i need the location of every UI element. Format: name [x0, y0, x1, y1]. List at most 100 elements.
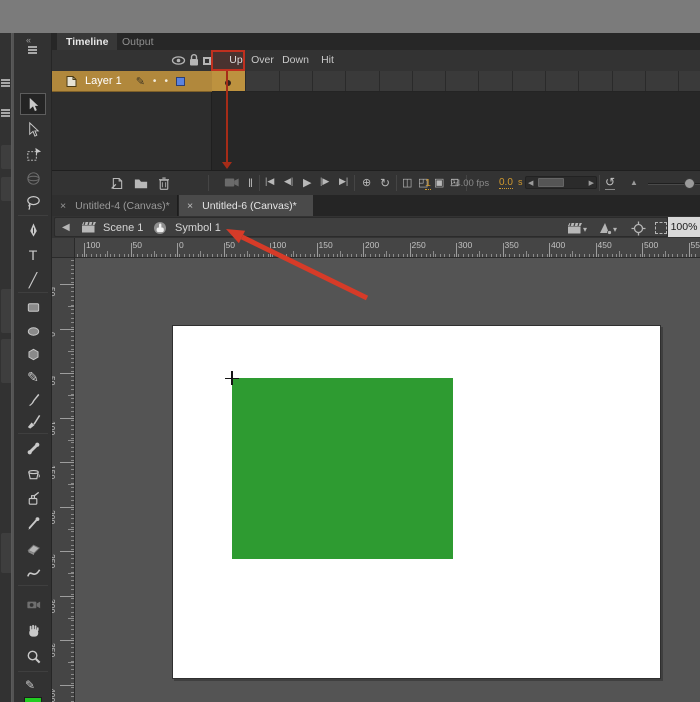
line-tool[interactable]: ╱ [20, 269, 46, 291]
frame-cell[interactable] [445, 71, 446, 91]
frame-cell[interactable] [312, 71, 313, 91]
bone-tool[interactable] [20, 437, 46, 459]
edit-symbol-button[interactable] [597, 221, 613, 236]
timeline-scrollbar[interactable]: ◀ ▶ [525, 176, 597, 189]
docked-panel-button[interactable] [1, 339, 11, 383]
frame-cell[interactable] [645, 71, 646, 91]
timeline-zoom-slider-knob[interactable] [684, 178, 695, 189]
polystar-tool[interactable] [20, 343, 46, 365]
eraser-tool[interactable] [20, 537, 46, 559]
frame-label-down[interactable]: Down [279, 54, 312, 66]
hand-tool[interactable] [20, 619, 46, 641]
playhead-line[interactable] [226, 71, 228, 164]
stroke-color-icon[interactable]: ✎ [25, 678, 35, 692]
frame-cell[interactable] [478, 71, 479, 91]
breadcrumb-symbol[interactable]: Symbol 1 [175, 222, 221, 234]
scroll-right-arrow[interactable]: ▶ [589, 179, 594, 187]
step-forward-button[interactable]: |▶ [320, 176, 329, 187]
docked-panel-button[interactable] [1, 533, 11, 573]
pause-icon[interactable]: ‖ [248, 176, 253, 190]
new-folder-button[interactable] [133, 176, 149, 190]
go-to-first-frame-button[interactable]: |◀ [265, 176, 274, 187]
go-to-last-frame-button[interactable]: ▶| [339, 176, 348, 187]
rectangle-tool[interactable] [20, 296, 46, 318]
edit-multiple-frames-button[interactable]: ▣ [434, 176, 444, 189]
chevron-down-icon[interactable]: ▾ [583, 225, 587, 234]
panel-menu-icon[interactable] [1, 109, 10, 117]
docked-panel-button[interactable] [1, 177, 11, 201]
panel-menu-icon[interactable] [1, 79, 10, 87]
eye-icon[interactable] [171, 54, 186, 67]
eyedropper-tool[interactable] [20, 512, 46, 534]
layer-name[interactable]: Layer 1 [85, 75, 122, 87]
frame-cell[interactable] [578, 71, 579, 91]
elapsed-time-value[interactable]: 0.0 [499, 177, 513, 189]
play-button[interactable]: ▶ [303, 176, 311, 189]
frame-cell[interactable] [545, 71, 546, 91]
chevron-down-icon[interactable]: ▾ [613, 225, 617, 234]
zoom-tool[interactable] [20, 645, 46, 667]
outline-icon[interactable] [203, 57, 211, 65]
close-icon[interactable]: × [187, 200, 193, 212]
frame-cell[interactable] [412, 71, 413, 91]
pencil-tool[interactable]: ✎ [20, 366, 46, 388]
new-layer-button[interactable] [110, 176, 125, 191]
tab-timeline[interactable]: Timeline [57, 33, 117, 50]
close-icon[interactable]: × [60, 200, 66, 212]
brush-tool[interactable] [20, 388, 46, 410]
panel-menu-icon[interactable] [28, 46, 37, 54]
reset-timeline-zoom-button[interactable]: ↺ [605, 175, 615, 190]
paint-bucket-tool[interactable] [20, 462, 46, 484]
onion-skin-button[interactable]: ◫ [402, 176, 412, 189]
frame-label-up[interactable]: Up [220, 54, 252, 66]
back-button[interactable]: ◀ [62, 222, 70, 233]
clip-content-icon[interactable] [655, 222, 667, 234]
loop-button[interactable]: ↻ [380, 176, 390, 190]
free-transform-tool[interactable] [20, 143, 46, 165]
stage-zoom-field[interactable]: 100% [668, 217, 700, 237]
document-tab-untitled-4[interactable]: × Untitled-4 (Canvas)* [52, 195, 178, 216]
ink-bottle-tool[interactable] [20, 487, 46, 509]
frame-cell[interactable] [279, 71, 280, 91]
frame-cell[interactable] [379, 71, 380, 91]
oval-tool[interactable] [20, 320, 46, 342]
current-frame-indicator[interactable]: 1 [425, 177, 431, 190]
selection-tool[interactable] [20, 93, 46, 115]
timeline-frames-empty-area[interactable] [211, 92, 700, 170]
frame-cell[interactable] [345, 71, 346, 91]
keyframe-cell-up[interactable] [212, 71, 245, 91]
tab-output[interactable]: Output [113, 33, 163, 50]
frame-cell[interactable] [612, 71, 613, 91]
fill-color-swatch[interactable] [24, 697, 42, 702]
frame-cell[interactable] [512, 71, 513, 91]
breadcrumb-scene[interactable]: Scene 1 [103, 222, 143, 234]
paint-brush-tool[interactable] [20, 410, 46, 432]
document-tab-untitled-6[interactable]: × Untitled-6 (Canvas)* [179, 195, 313, 216]
docked-panel-button[interactable] [1, 145, 11, 169]
step-back-button[interactable]: ◀| [284, 176, 293, 187]
text-tool[interactable]: T [20, 244, 46, 266]
pen-tool[interactable] [20, 219, 46, 241]
collapse-panel-button[interactable]: « [26, 35, 31, 45]
scroll-left-arrow[interactable]: ◀ [528, 179, 533, 187]
edit-scene-button[interactable] [567, 222, 583, 235]
lasso-tool[interactable] [20, 191, 46, 213]
subselection-tool[interactable] [20, 118, 46, 140]
resize-handle-icon[interactable]: ▲ [630, 178, 638, 187]
layer-visibility-dot[interactable]: • [153, 76, 157, 87]
delete-layer-button[interactable] [157, 176, 171, 191]
scrollbar-thumb[interactable] [538, 178, 564, 187]
stage-canvas[interactable] [172, 325, 661, 679]
center-frame-button[interactable]: ⊕ [362, 176, 371, 189]
layer-lock-dot[interactable]: • [164, 76, 168, 87]
frame-cell[interactable] [245, 71, 246, 91]
pasteboard[interactable] [75, 258, 700, 702]
width-tool[interactable] [20, 562, 46, 584]
frame-rate-value[interactable]: 24.00 fps [450, 178, 489, 189]
layer-outline-color-swatch[interactable] [176, 77, 185, 86]
center-stage-crosshair-icon[interactable] [631, 221, 646, 236]
lock-icon[interactable] [188, 53, 200, 67]
frame-cell[interactable] [678, 71, 679, 91]
docked-panel-button[interactable] [1, 289, 11, 333]
layer-row-header[interactable]: Layer 1 ✎ • • [52, 71, 212, 92]
